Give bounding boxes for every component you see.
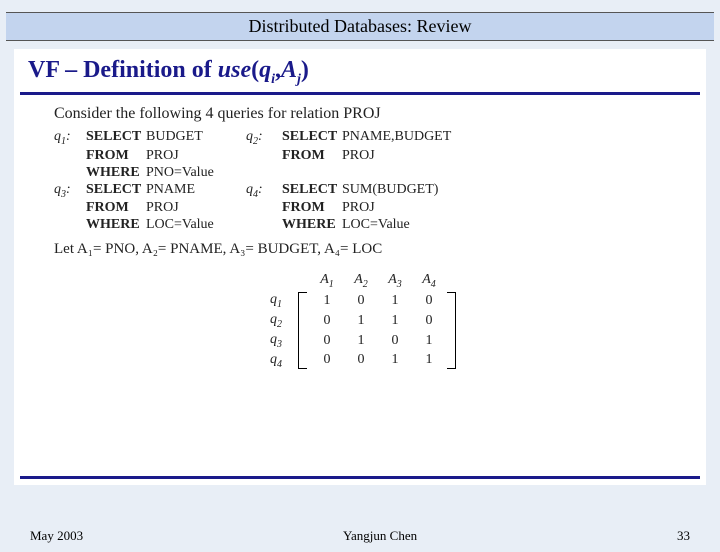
q2-label: q2: — [246, 129, 282, 147]
footer: May 2003 Yangjun Chen 33 — [0, 528, 720, 544]
cell-3-2: 1 — [344, 333, 378, 349]
content: Consider the following 4 queries for rel… — [14, 105, 706, 370]
title-q: q — [259, 57, 271, 83]
q2-select-kw: SELECT — [282, 129, 342, 145]
title-open: ( — [251, 57, 259, 83]
cell-2-3: 1 — [378, 313, 412, 329]
col-A2: A2 — [344, 272, 378, 290]
footer-author: Yangjun Chen — [343, 528, 417, 544]
title-A: A — [281, 57, 297, 83]
cell-4-1: 0 — [310, 352, 344, 368]
col-A3: A3 — [378, 272, 412, 290]
q2-from-kw: FROM — [282, 148, 342, 164]
cell-3-3: 0 — [378, 333, 412, 349]
col-A1: A1 — [310, 272, 344, 290]
q1-from-val: PROJ — [146, 148, 246, 164]
bottom-rule — [20, 476, 700, 479]
cell-2-4: 0 — [412, 313, 446, 329]
row-q3: q3 — [270, 332, 298, 350]
left-bracket — [298, 292, 308, 369]
q1-where-val: PNO=Value — [146, 165, 246, 181]
cell-1-3: 1 — [378, 293, 412, 309]
q3-select-kw: SELECT — [86, 182, 146, 198]
q3-where-val: LOC=Value — [146, 217, 246, 233]
cell-1-2: 0 — [344, 293, 378, 309]
q1-label: q1: — [54, 129, 86, 147]
title-func: use — [218, 57, 251, 83]
use-matrix: A1 A2 A3 A4 q1 1 0 1 0 q2 0 1 1 0 q3 0 — [270, 272, 458, 369]
q4-from-kw: FROM — [282, 200, 342, 216]
q4-where-val: LOC=Value — [342, 217, 482, 233]
right-bracket — [446, 292, 456, 369]
row-q2: q2 — [270, 312, 298, 330]
cell-1-1: 1 — [310, 293, 344, 309]
cell-3-1: 0 — [310, 333, 344, 349]
row-q1: q1 — [270, 292, 298, 310]
q1-from-kw: FROM — [86, 148, 146, 164]
slide-body: VF – Definition of use(qi,Aj) Consider t… — [14, 49, 706, 485]
q2-from-val: PROJ — [342, 148, 482, 164]
q3-where-kw: WHERE — [86, 217, 146, 233]
intro-text: Consider the following 4 queries for rel… — [54, 105, 674, 123]
q1-where-kw: WHERE — [86, 165, 146, 181]
title-close: ) — [301, 57, 309, 83]
q4-where-kw: WHERE — [282, 217, 342, 233]
matrix-wrap: A1 A2 A3 A4 q1 1 0 1 0 q2 0 1 1 0 q3 0 — [54, 272, 674, 369]
title-prefix: VF – Definition of — [28, 57, 218, 83]
row-q4: q4 — [270, 352, 298, 370]
title-rule — [20, 92, 700, 95]
q4-select-val: SUM(BUDGET) — [342, 182, 482, 198]
col-A4: A4 — [412, 272, 446, 290]
cell-4-4: 1 — [412, 352, 446, 368]
q1-select-val: BUDGET — [146, 129, 246, 145]
q3-label: q3: — [54, 182, 86, 200]
q3-from-kw: FROM — [86, 200, 146, 216]
cell-4-3: 1 — [378, 352, 412, 368]
cell-3-4: 1 — [412, 333, 446, 349]
q3-select-val: PNAME — [146, 182, 246, 198]
cell-4-2: 0 — [344, 352, 378, 368]
q4-select-kw: SELECT — [282, 182, 342, 198]
footer-date: May 2003 — [30, 528, 83, 544]
query-grid: q1: SELECT BUDGET q2: SELECT PNAME,BUDGE… — [54, 129, 674, 234]
q1-select-kw: SELECT — [86, 129, 146, 145]
cell-2-1: 0 — [310, 313, 344, 329]
q4-from-val: PROJ — [342, 200, 482, 216]
let-text: Let A₁= PNO, A₂= PNAME, A₃= BUDGET, A₄= … — [54, 241, 674, 258]
footer-page: 33 — [677, 528, 690, 544]
q2-select-val: PNAME,BUDGET — [342, 129, 482, 145]
q3-from-val: PROJ — [146, 200, 246, 216]
slide-title: VF – Definition of use(qi,Aj) — [14, 49, 706, 92]
cell-2-2: 1 — [344, 313, 378, 329]
q4-label: q4: — [246, 182, 282, 200]
cell-1-4: 0 — [412, 293, 446, 309]
page-header: Distributed Databases: Review — [6, 12, 714, 41]
